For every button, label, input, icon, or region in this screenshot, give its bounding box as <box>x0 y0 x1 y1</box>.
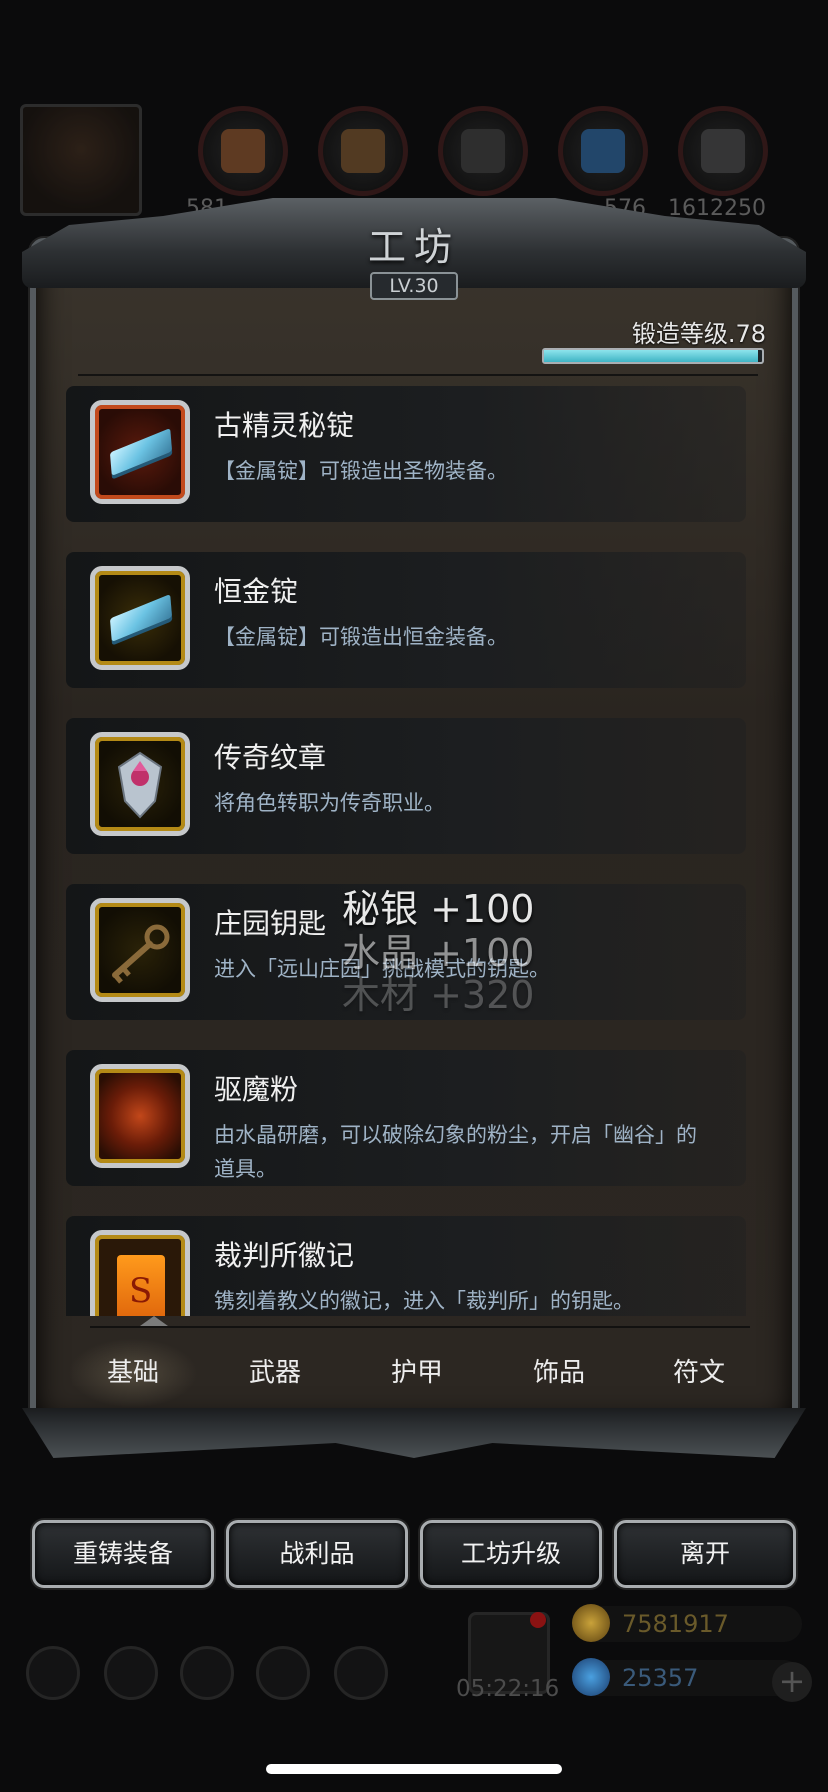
ornate-frame-bottom <box>22 1408 806 1458</box>
ore-resource-icon <box>198 106 288 196</box>
guild-icon <box>180 1646 234 1700</box>
settings-icon <box>26 1646 80 1700</box>
mithril-resource-icon <box>678 106 768 196</box>
iron-resource-icon <box>438 106 528 196</box>
reward-wood: 木材 +320 <box>342 973 535 1017</box>
notification-dot <box>530 1612 546 1628</box>
item-name: 传奇纹章 <box>214 741 327 774</box>
forge-progress-fill <box>544 350 758 362</box>
seal-icon: S <box>90 1230 190 1316</box>
gift-timer: 05:22:16 <box>456 1676 560 1702</box>
home-indicator <box>266 1764 562 1774</box>
gem-amount: 25357 <box>622 1664 699 1692</box>
list-item[interactable]: 传奇纹章 将角色转职为传奇职业。 <box>66 718 746 854</box>
item-description: 由水晶研磨，可以破除幻象的粉尘，开启「幽谷」的道具。 <box>214 1123 697 1181</box>
level-badge: LV.30 <box>370 272 458 300</box>
achievement-icon <box>104 1646 158 1700</box>
mail-icon <box>256 1646 310 1700</box>
ingot-icon <box>90 566 190 670</box>
upgrade-workshop-button[interactable]: 工坊升级 <box>420 1520 602 1588</box>
workshop-panel: 工坊 LV.30 锻造等级.78 古精灵秘锭 【金属锭】可锻造出圣物装备。 恒金… <box>22 198 806 1458</box>
item-name: 驱魔粉 <box>214 1073 299 1106</box>
item-description: 【金属锭】可锻造出恒金装备。 <box>214 625 508 649</box>
tab-rune[interactable]: 符文 <box>634 1338 764 1408</box>
item-description: 镌刻着教义的徽记，进入「裁判所」的钥匙。 <box>214 1289 634 1313</box>
recipe-list[interactable]: 古精灵秘锭 【金属锭】可锻造出圣物装备。 恒金锭 【金属锭】可锻造出恒金装备。 … <box>66 386 766 1316</box>
divider <box>78 374 758 376</box>
loot-button[interactable]: 战利品 <box>226 1520 408 1588</box>
list-item[interactable]: 驱魔粉 由水晶研磨，可以破除幻象的粉尘，开启「幽谷」的道具。 <box>66 1050 746 1186</box>
forge-progress-bar <box>542 348 764 364</box>
tab-basic[interactable]: 基础 <box>68 1338 198 1408</box>
list-item[interactable]: S 裁判所徽记 镌刻着教义的徽记，进入「裁判所」的钥匙。 <box>66 1216 746 1316</box>
gem-icon <box>572 1658 610 1696</box>
tab-accessory[interactable]: 饰品 <box>494 1338 624 1408</box>
panel-title: 工坊 <box>367 225 460 269</box>
list-item[interactable]: 古精灵秘锭 【金属锭】可锻造出圣物装备。 <box>66 386 746 522</box>
item-name: 恒金锭 <box>214 575 299 608</box>
tab-indicator <box>140 1316 168 1326</box>
recast-equipment-button[interactable]: 重铸装备 <box>32 1520 214 1588</box>
tabs-divider <box>90 1326 750 1328</box>
crystal-resource-icon <box>558 106 648 196</box>
wood-resource-icon <box>318 106 408 196</box>
key-icon <box>90 898 190 1002</box>
forge-level-label: 锻造等级.78 <box>631 320 766 348</box>
gold-amount: 7581917 <box>622 1610 729 1638</box>
tab-armor[interactable]: 护甲 <box>352 1338 482 1408</box>
item-name: 古精灵秘锭 <box>214 409 355 442</box>
crest-icon <box>90 732 190 836</box>
leave-button[interactable]: 离开 <box>614 1520 796 1588</box>
add-gems-icon: + <box>772 1662 812 1702</box>
item-name: 庄园钥匙 <box>214 907 327 940</box>
tab-weapon[interactable]: 武器 <box>210 1338 340 1408</box>
item-description: 【金属锭】可锻造出圣物装备。 <box>214 459 508 483</box>
list-item[interactable]: 恒金锭 【金属锭】可锻造出恒金装备。 <box>66 552 746 688</box>
ingot-icon <box>90 400 190 504</box>
powder-icon <box>90 1064 190 1168</box>
item-description: 将角色转职为传奇职业。 <box>214 791 445 815</box>
gold-coin-icon <box>572 1604 610 1642</box>
map-icon <box>334 1646 388 1700</box>
item-name: 裁判所徽记 <box>214 1239 355 1272</box>
